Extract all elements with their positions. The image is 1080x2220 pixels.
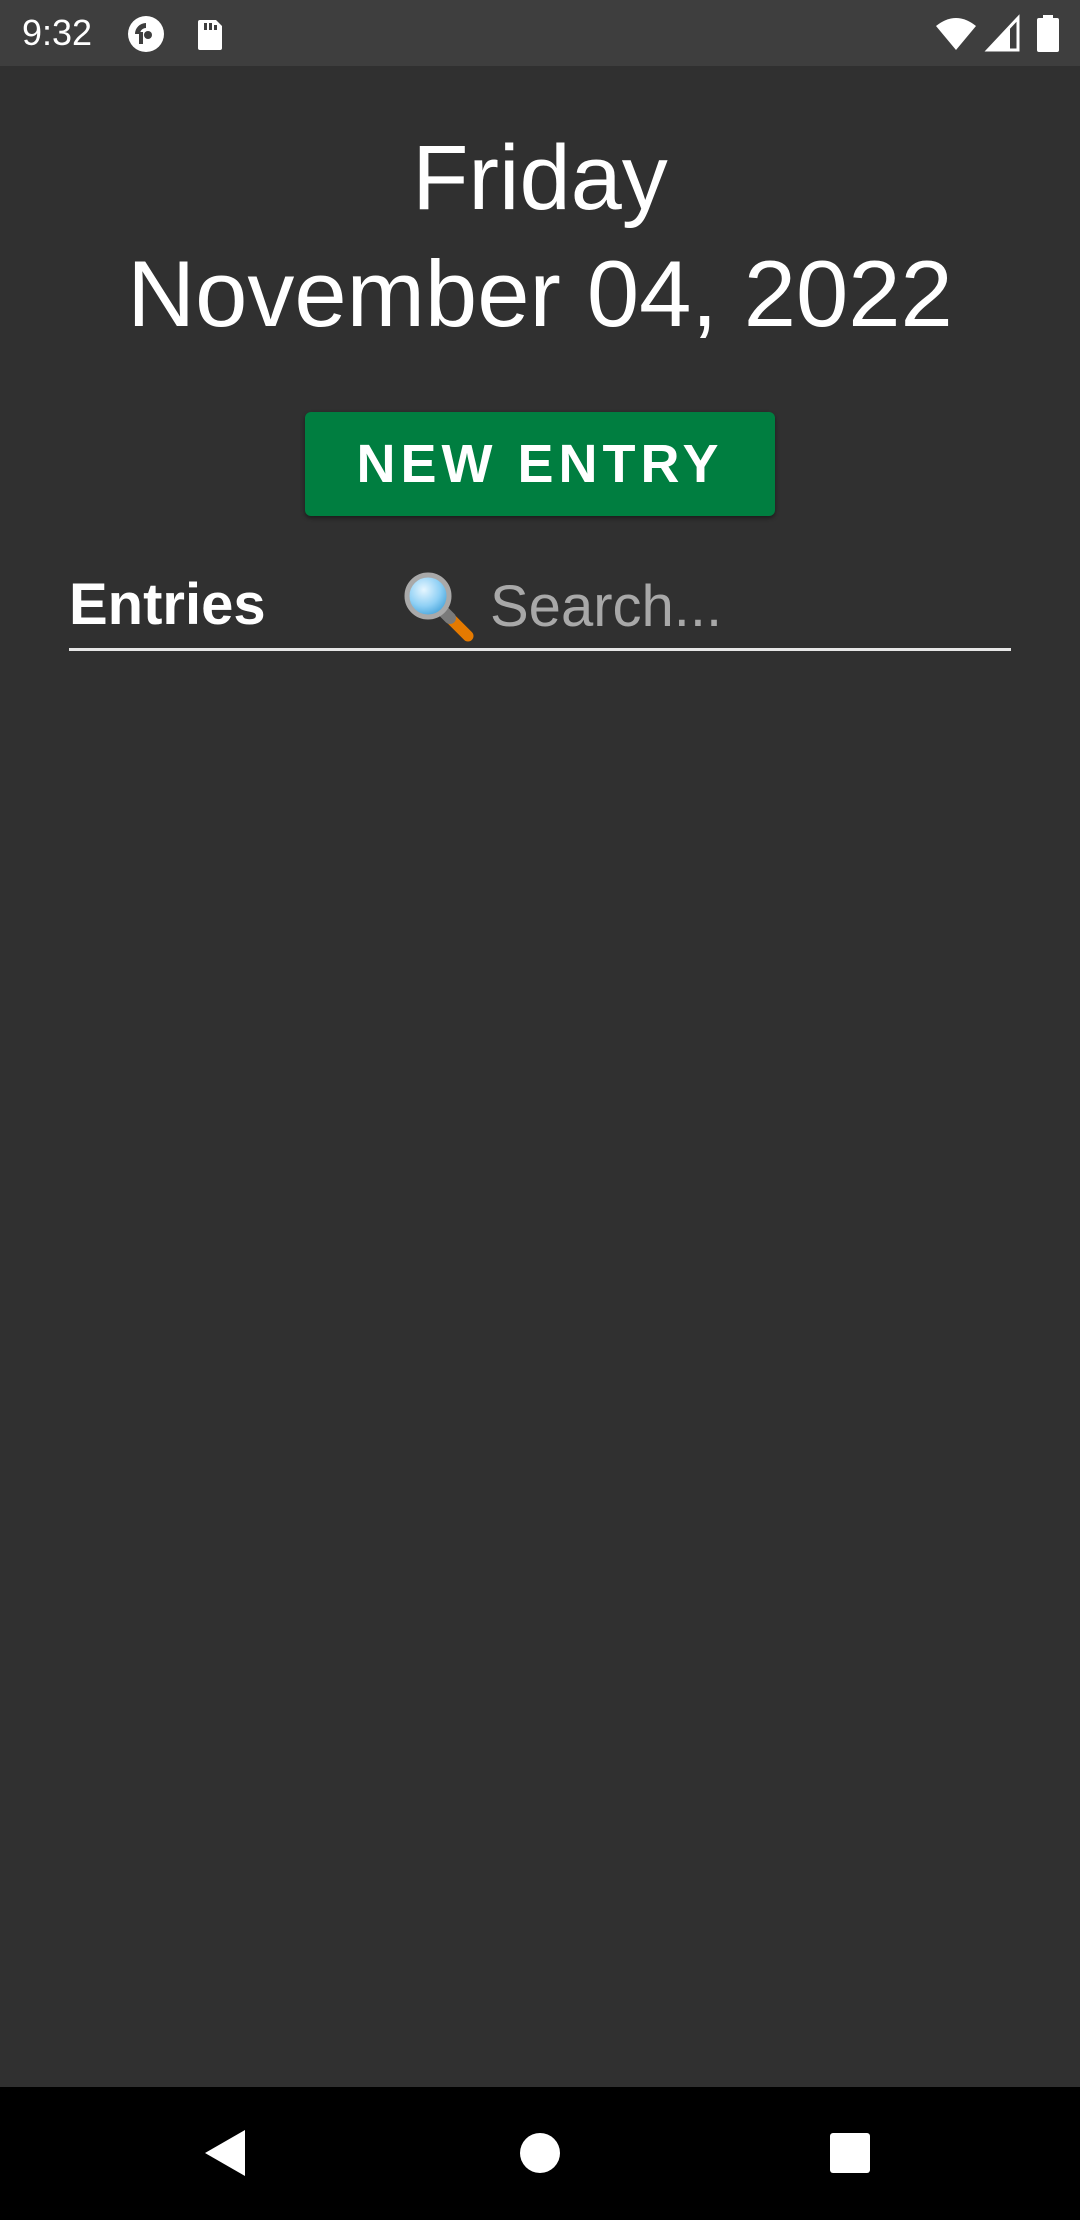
pocket-casts-icon [126, 14, 166, 54]
status-bar: 9:32 [0, 0, 1080, 66]
signal-icon [984, 14, 1024, 54]
day-name: Friday [412, 127, 668, 229]
home-icon[interactable] [500, 2113, 580, 2193]
entries-list [69, 660, 1011, 2040]
navigation-bar [0, 2087, 1080, 2220]
date-header: Friday November 04, 2022 [0, 120, 1080, 352]
app-screen: 9:32 Friday November 04, 2022 NEW ENTRY … [0, 0, 1080, 2220]
search-icon [402, 570, 476, 644]
entries-header: Entries [69, 560, 1011, 651]
entries-title: Entries [69, 572, 266, 637]
battery-icon [1034, 14, 1062, 54]
wifi-icon [934, 14, 978, 54]
recents-icon[interactable] [810, 2113, 890, 2193]
search-input[interactable] [490, 568, 1010, 644]
new-entry-button[interactable]: NEW ENTRY [305, 412, 775, 516]
back-icon[interactable] [186, 2113, 266, 2193]
status-time: 9:32 [22, 12, 93, 53]
full-date: November 04, 2022 [127, 241, 953, 346]
sd-card-icon [190, 14, 230, 54]
